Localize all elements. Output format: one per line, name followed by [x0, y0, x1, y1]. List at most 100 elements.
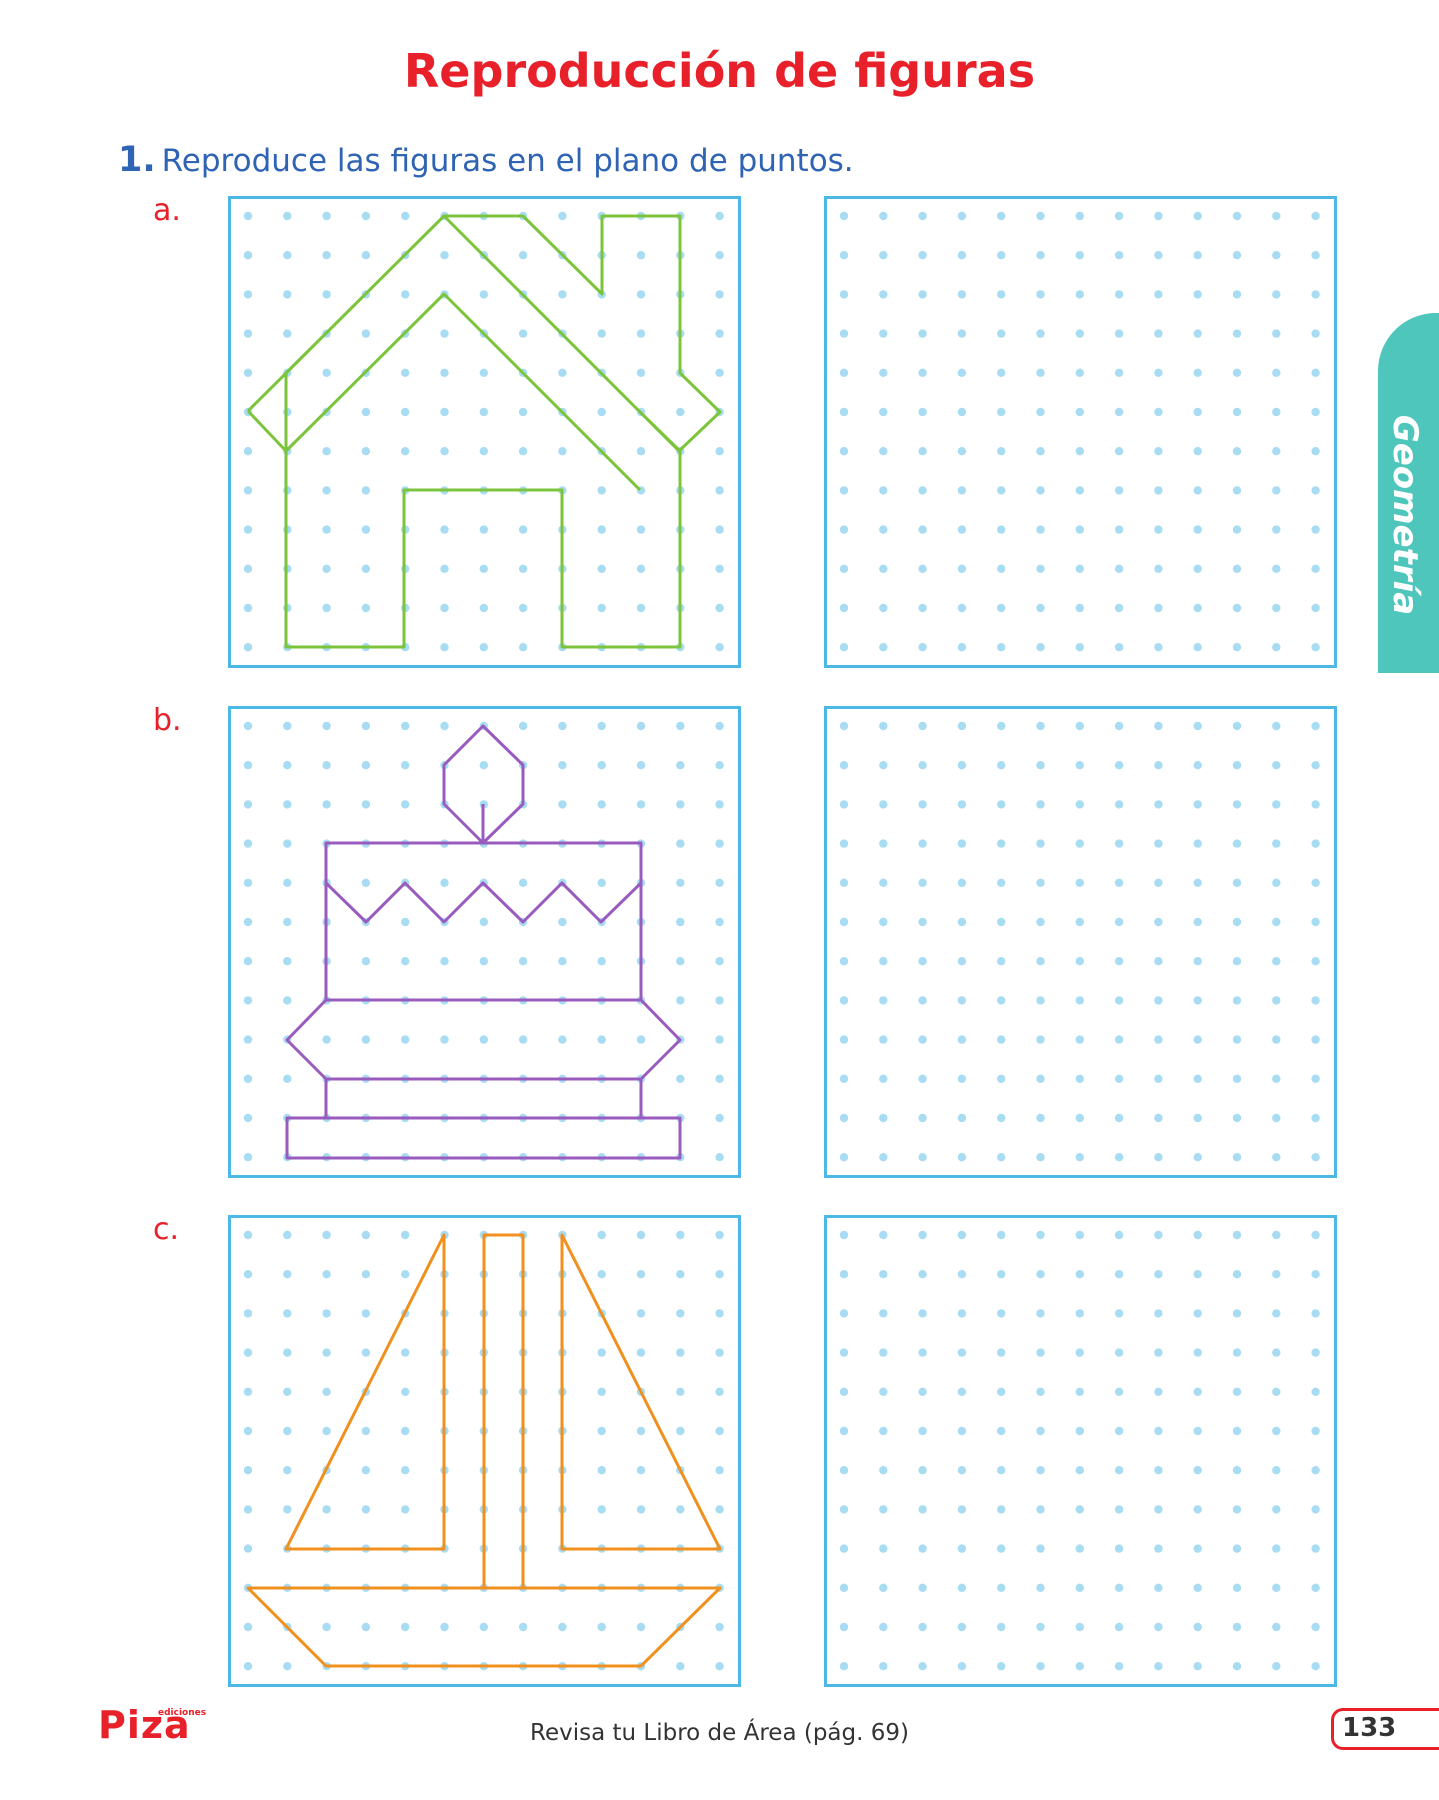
grid-dot — [1311, 1074, 1320, 1083]
grid-dot — [918, 329, 927, 338]
grid-dot — [918, 251, 927, 260]
grid-dot — [676, 1348, 685, 1357]
grid-dot — [1075, 447, 1084, 456]
grid-dot — [243, 1309, 253, 1318]
grid-dot — [440, 564, 449, 573]
grid-dot — [636, 1035, 646, 1044]
grid-dot — [243, 211, 253, 221]
grid-dot — [1075, 957, 1084, 966]
grid-dot — [1232, 1035, 1242, 1044]
grid-dot — [322, 1622, 331, 1632]
grid-dot — [401, 1035, 410, 1044]
grid-dot — [1036, 1270, 1045, 1279]
grid-dot — [918, 407, 927, 417]
grid-dot — [879, 290, 888, 299]
grid-dot — [518, 251, 528, 260]
grid-dot — [1232, 211, 1242, 221]
grid-dot — [1154, 1583, 1163, 1592]
grid-dot — [1154, 603, 1163, 613]
grid-dot — [518, 957, 528, 966]
dot-grid-model-b — [228, 706, 741, 1178]
grid-dot — [361, 761, 371, 770]
grid-dot — [1232, 525, 1242, 534]
grid-dot — [1232, 368, 1242, 377]
grid-dot — [1311, 1309, 1320, 1318]
grid-dot — [839, 917, 849, 927]
grid-dot — [243, 761, 253, 770]
grid-dot — [243, 878, 253, 887]
grid-dot — [636, 800, 646, 809]
grid-dot — [997, 603, 1006, 613]
grid-dot — [1114, 1348, 1124, 1357]
grid-dot — [518, 603, 528, 613]
grid-dot — [676, 1662, 685, 1671]
grid-dot — [243, 1074, 253, 1083]
grid-dot — [636, 721, 646, 731]
grid-dot — [997, 721, 1006, 731]
grid-dot — [1193, 290, 1202, 299]
grid-dot — [715, 1662, 724, 1671]
grid-dot — [879, 917, 888, 927]
grid-dot — [597, 1348, 606, 1357]
grid-dot — [1036, 251, 1045, 260]
grid-dot — [1272, 368, 1281, 377]
grid-dot — [918, 1230, 927, 1240]
grid-dot — [1114, 447, 1124, 456]
dot-grid-blank-c[interactable] — [824, 1215, 1337, 1687]
dot-grid-blank-b[interactable] — [824, 706, 1337, 1178]
grid-dot — [1075, 1662, 1084, 1671]
grid-dot — [283, 839, 292, 848]
grid-dot — [322, 1270, 331, 1279]
grid-dot — [879, 1505, 888, 1514]
grid-dot — [676, 761, 685, 770]
grid-dot — [243, 1544, 253, 1553]
grid-dot — [440, 643, 449, 652]
grid-dot — [1154, 329, 1163, 338]
grid-dot — [1154, 839, 1163, 848]
grid-dot — [1272, 1662, 1281, 1671]
grid-dot — [1075, 1387, 1084, 1396]
grid-dot — [918, 878, 927, 887]
grid-dot — [676, 957, 685, 966]
grid-dot — [1272, 447, 1281, 456]
grid-dot — [1311, 721, 1320, 731]
grid-dot — [1036, 917, 1045, 927]
grid-dot — [322, 603, 331, 613]
grid-dot — [597, 761, 606, 770]
grid-dot — [1075, 1153, 1084, 1162]
grid-dot — [1272, 1544, 1281, 1553]
grid-dot — [839, 407, 849, 417]
grid-dot — [1075, 564, 1084, 573]
grid-dot — [322, 564, 331, 573]
grid-dot — [676, 1426, 685, 1436]
grid-dot — [1154, 1230, 1163, 1240]
grid-dot — [879, 1270, 888, 1279]
grid-dot — [1075, 917, 1084, 927]
grid-dot — [597, 800, 606, 809]
grid-dot — [1036, 721, 1045, 731]
grid-dot — [1232, 957, 1242, 966]
grid-dot — [283, 917, 292, 927]
dot-grid-blank-a[interactable] — [824, 196, 1337, 668]
grid-dot — [1036, 211, 1045, 221]
grid-dot — [361, 525, 371, 534]
grid-dot — [957, 1622, 967, 1632]
grid-dot — [1272, 290, 1281, 299]
grid-dot — [1232, 1583, 1242, 1592]
grid-dot — [1311, 839, 1320, 848]
grid-dot — [918, 368, 927, 377]
grid-dot — [1193, 1309, 1202, 1318]
grid-dot — [918, 447, 927, 456]
grid-dot — [1036, 996, 1045, 1005]
grid-dot — [1036, 878, 1045, 887]
grid-dot — [997, 1583, 1006, 1592]
grid-dot — [1075, 525, 1084, 534]
grid-dot — [518, 721, 528, 731]
grid-dot — [957, 721, 967, 731]
grid-dot — [879, 1153, 888, 1162]
grid-dot — [597, 878, 606, 887]
grid-dot — [918, 1426, 927, 1436]
grid-dot — [1272, 525, 1281, 534]
grid-dot — [1311, 603, 1320, 613]
grid-dot — [1036, 368, 1045, 377]
